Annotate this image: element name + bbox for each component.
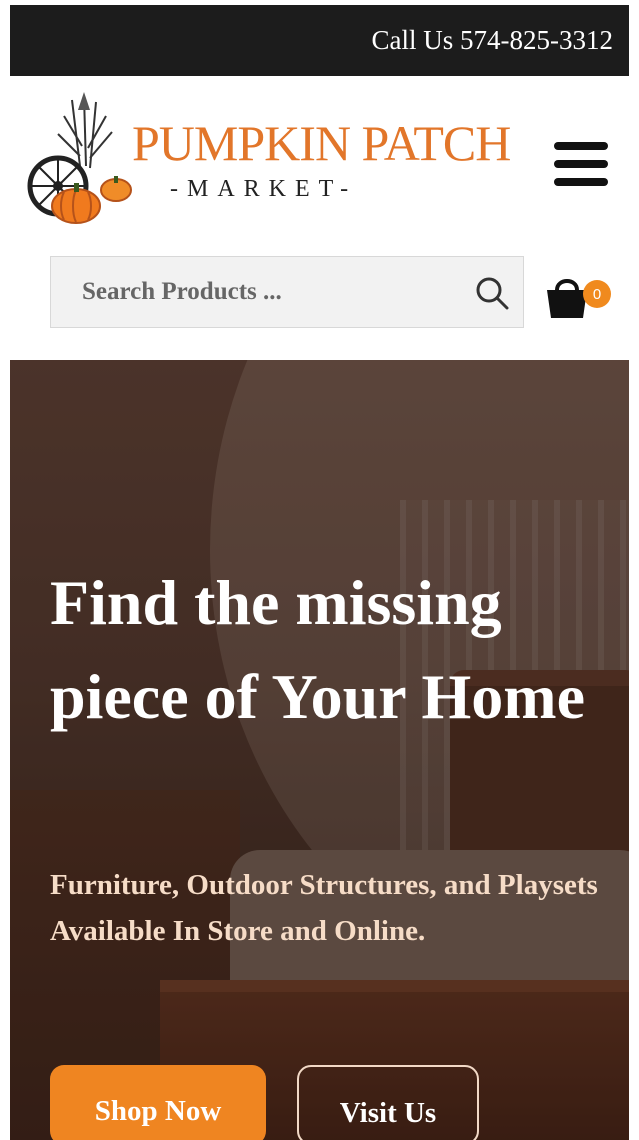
site-header: PUMPKIN PATCH -MARKET- 0 (10, 76, 629, 356)
site-logo[interactable]: PUMPKIN PATCH -MARKET- (24, 86, 511, 226)
cart-count-badge: 0 (583, 280, 611, 308)
logo-harvest-icon (27, 92, 132, 224)
hamburger-menu-icon[interactable] (554, 142, 608, 190)
logo-text-sub: -MARKET- (170, 176, 358, 202)
hero-overlay (10, 360, 629, 1140)
top-bar: Call Us 574-825-3312 (10, 5, 629, 76)
hero-banner: Find the missing piece of Your Home Furn… (10, 360, 629, 1140)
hero-headline: Find the missing piece of Your Home (50, 567, 585, 732)
search-input[interactable] (51, 257, 461, 327)
cart-button[interactable]: 0 (543, 272, 613, 322)
search-bar (50, 256, 524, 328)
hero-subtext: Furniture, Outdoor Structures, and Plays… (50, 869, 598, 947)
logo-text-main: PUMPKIN PATCH (132, 115, 511, 171)
shop-now-button[interactable]: Shop Now (50, 1065, 266, 1140)
call-us-link[interactable]: Call Us 574-825-3312 (372, 25, 613, 56)
search-icon[interactable] (475, 276, 509, 310)
visit-us-button[interactable]: Visit Us (297, 1065, 479, 1140)
